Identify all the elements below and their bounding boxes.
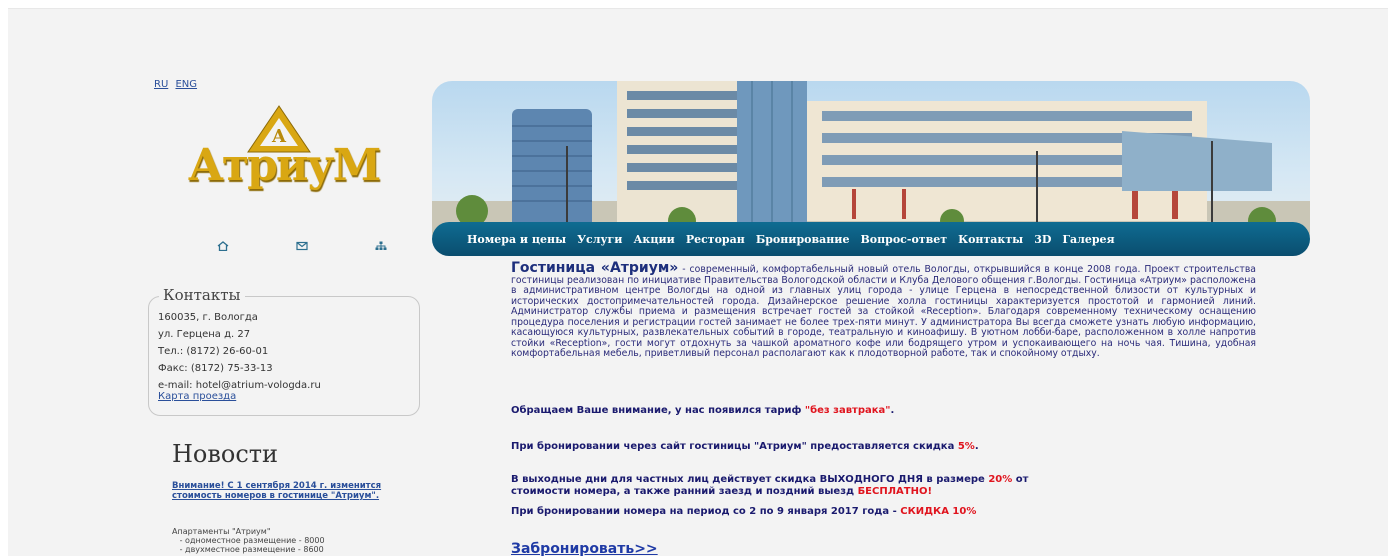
nav-3d[interactable]: 3D	[1034, 233, 1051, 246]
notice-january-discount: СКИДКА 10%	[900, 506, 977, 517]
contact-phone: Тел.: (8172) 26-60-01	[158, 346, 269, 357]
contact-address: 160035, г. Вологда	[158, 312, 258, 323]
nav-contacts[interactable]: Контакты	[958, 233, 1023, 246]
notice-january-text: При бронировании номера на период со 2 п…	[511, 506, 901, 517]
notice-site-discount-value: 5%	[957, 441, 975, 452]
hotel-logo[interactable]: A АтриуМ	[188, 100, 408, 200]
nav-booking[interactable]: Бронирование	[756, 233, 850, 246]
notice-weekend-text: В выходные дни для частных лиц действует…	[511, 474, 989, 485]
lang-ru-link[interactable]: RU	[154, 79, 168, 90]
mail-icon[interactable]	[296, 236, 308, 251]
contacts-lines: 160035, г. Вологда ул. Герцена д. 27 Тел…	[158, 309, 321, 394]
contact-street: ул. Герцена д. 27	[158, 329, 251, 340]
notice-weekend-value: 20%	[988, 474, 1013, 485]
notice-site-discount: При бронировании через сайт гостиницы "А…	[511, 441, 979, 453]
main-content: Гостиница «Атриум» - современный, комфор…	[511, 261, 1256, 556]
notice-no-breakfast-end: .	[890, 405, 895, 416]
notice-january: При бронировании номера на период со 2 п…	[511, 506, 976, 518]
news-title: Новости	[172, 440, 279, 468]
nav-restaurant[interactable]: Ресторан	[686, 233, 745, 246]
nav-promotions[interactable]: Акции	[633, 233, 674, 246]
lang-eng-link[interactable]: ENG	[175, 79, 197, 90]
contact-fax: Факс: (8172) 75-33-13	[158, 363, 273, 374]
logo-text: АтриуМ	[188, 140, 381, 191]
contacts-box: Контакты 160035, г. Вологда ул. Герцена …	[148, 286, 420, 416]
notice-no-breakfast-text: Обращаем Ваше внимание, у нас появился т…	[511, 405, 805, 416]
news-item-link[interactable]: Внимание! С 1 сентября 2014 г. изменится…	[172, 481, 402, 501]
nav-faq[interactable]: Вопрос-ответ	[860, 233, 947, 246]
notice-no-breakfast-tariff: "без завтрака"	[804, 405, 891, 416]
news-item-text: Апартаменты "Атриум" - одноместное разме…	[172, 527, 325, 554]
language-switch: RU ENG	[154, 79, 201, 90]
quick-icons	[217, 236, 387, 252]
contacts-title: Контакты	[159, 286, 245, 304]
book-link[interactable]: Забронировать>>	[511, 541, 658, 556]
hotel-intro-text: - современный, комфортабельный новый оте…	[511, 264, 1256, 359]
nav-rooms[interactable]: Номера и цены	[467, 233, 566, 246]
home-icon[interactable]	[217, 236, 229, 252]
map-link[interactable]: Карта проезда	[158, 391, 236, 402]
notice-no-breakfast: Обращаем Ваше внимание, у нас появился т…	[511, 405, 894, 417]
notice-weekend-free: БЕСПЛАТНО!	[857, 486, 933, 497]
nav-gallery[interactable]: Галерея	[1062, 233, 1114, 246]
notice-site-discount-end: .	[974, 441, 979, 452]
main-nav: Номера и цены Услуги Акции Ресторан Брон…	[432, 222, 1310, 256]
notice-weekend: В выходные дни для частных лиц действует…	[511, 474, 1031, 498]
hotel-description: Гостиница «Атриум» - современный, комфор…	[511, 261, 1256, 360]
notice-site-discount-text: При бронировании через сайт гостиницы "А…	[511, 441, 958, 452]
nav-services[interactable]: Услуги	[577, 233, 622, 246]
sitemap-icon[interactable]	[375, 236, 387, 250]
